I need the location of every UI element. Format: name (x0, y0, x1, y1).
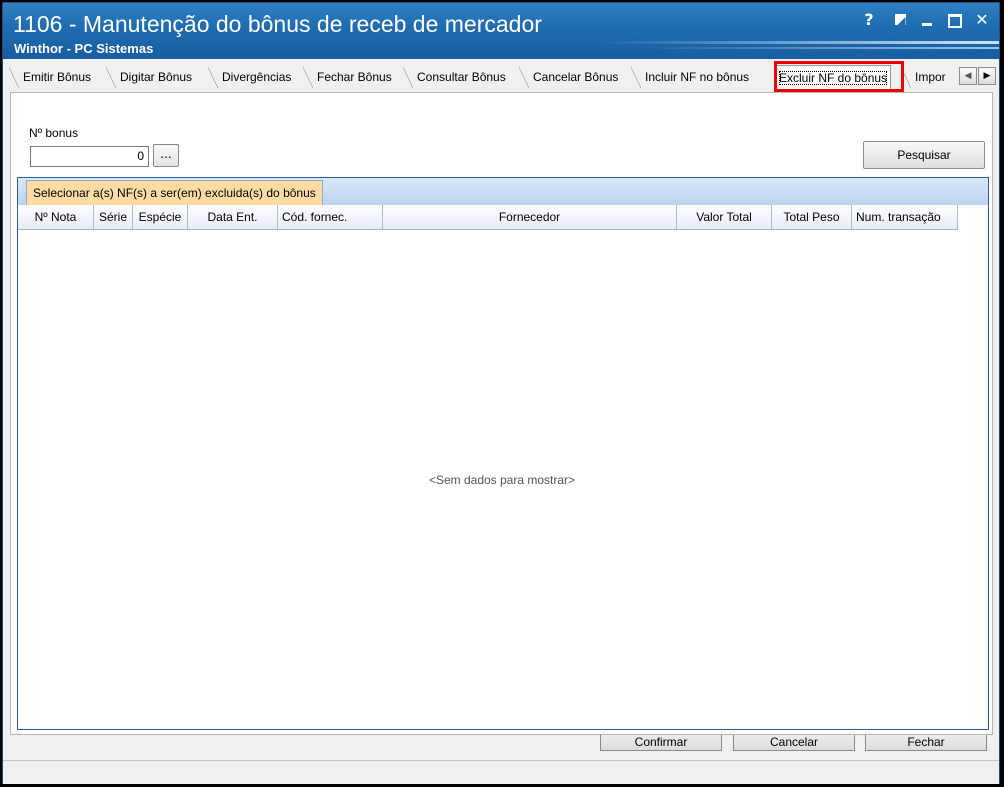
tab-label: Divergências (222, 70, 292, 84)
tab-scroll-left-button[interactable]: ◀ (959, 67, 977, 85)
minimize-button[interactable] (916, 9, 938, 31)
tab-scroll-right-button[interactable]: ▶ (978, 67, 996, 85)
restore-button[interactable] (889, 9, 911, 31)
column-header-valor-total[interactable]: Valor Total (677, 205, 772, 229)
window-subtitle: Winthor - PC Sistemas (14, 41, 154, 56)
bonus-lookup-button[interactable]: ... (153, 144, 179, 167)
close-button[interactable]: ✕ (971, 9, 993, 31)
tab-digitar-bonus[interactable]: Digitar Bônus (106, 67, 192, 88)
tab-label: Impor (915, 70, 946, 84)
tab-cancelar-bonus[interactable]: Cancelar Bônus (519, 67, 618, 88)
minimize-icon (922, 23, 932, 26)
title-decoration (639, 47, 999, 49)
grid-caption-bar: Selecionar a(s) NF(s) a ser(em) excluida… (18, 178, 988, 205)
column-header-total-peso[interactable]: Total Peso (772, 205, 852, 229)
tab-label: Emitir Bônus (23, 70, 92, 84)
tab-importar[interactable]: Impor (901, 67, 957, 88)
main-window: 1106 - Manutenção do bônus de receb de m… (2, 2, 1000, 784)
confirm-button[interactable]: Confirmar (600, 735, 722, 751)
tab-consultar-bonus[interactable]: Consultar Bônus (403, 67, 506, 88)
bonus-number-input[interactable]: 0 (30, 146, 149, 167)
tab-label: Consultar Bônus (417, 70, 506, 84)
maximize-icon (948, 14, 962, 28)
tab-fechar-bonus[interactable]: Fechar Bônus (303, 67, 392, 88)
tab-emitir-bonus[interactable]: Emitir Bônus (9, 67, 91, 88)
title-decoration (599, 41, 999, 44)
title-bar[interactable]: 1106 - Manutenção do bônus de receb de m… (3, 3, 999, 59)
column-header-serie[interactable]: Série (94, 205, 133, 229)
restore-icon (894, 14, 906, 25)
help-button[interactable]: ? (858, 9, 880, 31)
tab-label: Incluir NF no bônus (645, 70, 750, 84)
column-header-num-transacao[interactable]: Num. transação (852, 205, 958, 229)
tab-label: Digitar Bônus (120, 70, 193, 84)
tab-incluir-nf[interactable]: Incluir NF no bônus (631, 67, 749, 88)
grid-column-headers: Nº Nota Série Espécie Data Ent. Cód. for… (18, 205, 958, 230)
grid-empty-message: <Sem dados para mostrar> (428, 473, 576, 487)
bonus-number-label: Nº bonus (29, 126, 79, 140)
column-header-fornecedor[interactable]: Fornecedor (383, 205, 677, 229)
column-header-cod-fornec[interactable]: Cód. fornec. (278, 205, 383, 229)
window-title: 1106 - Manutenção do bônus de receb de m… (13, 11, 542, 37)
close-form-button[interactable]: Fechar (865, 735, 987, 751)
column-header-especie[interactable]: Espécie (133, 205, 188, 229)
tab-label: Cancelar Bônus (533, 70, 619, 84)
maximize-button[interactable] (944, 9, 966, 31)
tab-divergencias[interactable]: Divergências (208, 67, 291, 88)
search-button[interactable]: Pesquisar (863, 141, 985, 169)
cancel-button[interactable]: Cancelar (733, 735, 855, 751)
tab-label: Fechar Bônus (317, 70, 392, 84)
column-header-nota[interactable]: Nº Nota (18, 205, 94, 229)
tab-label: Excluir NF do bônus (779, 71, 888, 85)
status-bar (3, 760, 999, 784)
tab-excluir-nf[interactable]: Excluir NF do bônus (775, 65, 892, 89)
column-header-data-ent[interactable]: Data Ent. (188, 205, 278, 229)
nf-grid: Selecionar a(s) NF(s) a ser(em) excluida… (17, 177, 989, 730)
footer-button-bar: Confirmar Cancelar Fechar (10, 735, 993, 759)
grid-caption[interactable]: Selecionar a(s) NF(s) a ser(em) excluida… (26, 180, 323, 205)
tab-strip: Emitir Bônus Digitar Bônus Divergências … (3, 59, 999, 92)
